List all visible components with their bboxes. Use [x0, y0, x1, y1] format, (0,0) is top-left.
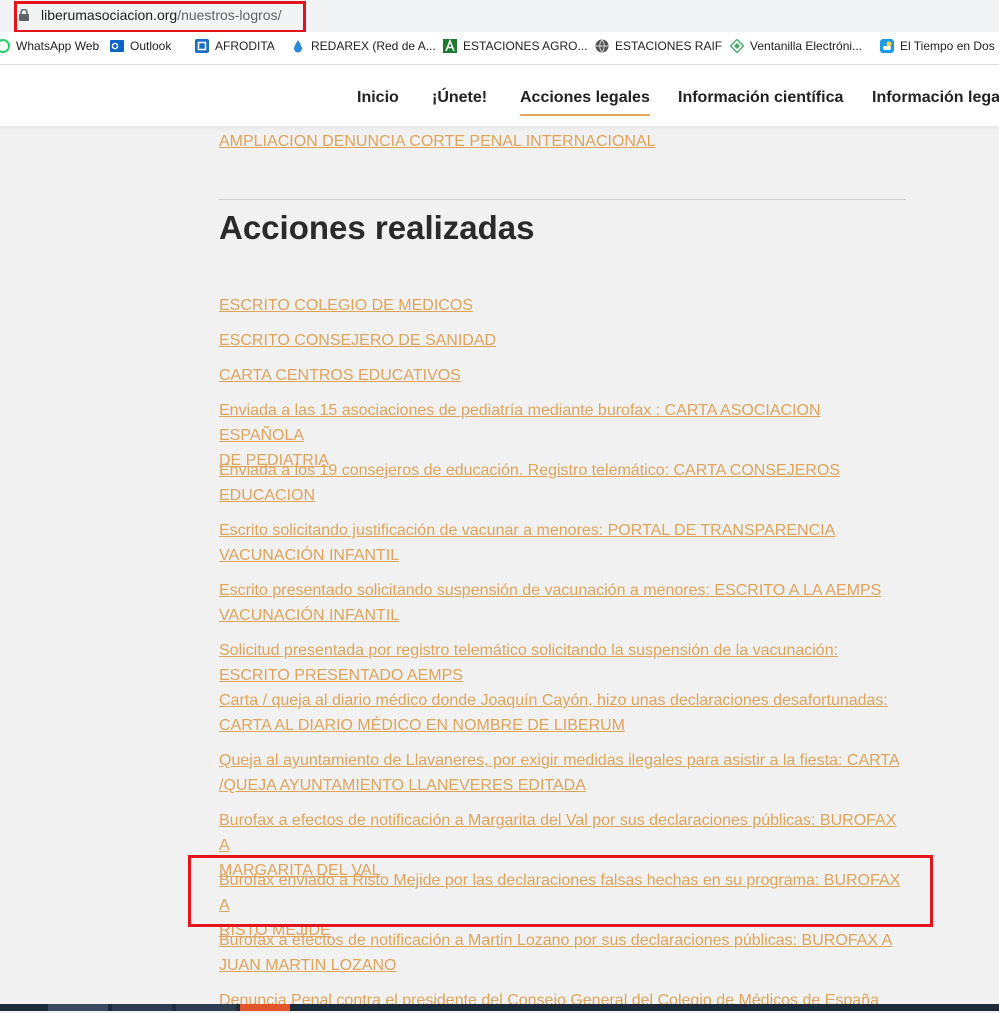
- whatsapp-icon: [0, 39, 10, 53]
- link-carta-consejeros-educacion[interactable]: Enviada a los 19 consejeros de educación…: [219, 458, 909, 508]
- nav-unete[interactable]: ¡Únete!: [432, 89, 487, 107]
- taskbar-button[interactable]: [112, 1004, 172, 1011]
- ventanilla-icon: [730, 39, 744, 53]
- bookmark-label: ESTACIONES AGRO...: [463, 39, 588, 53]
- site-header: Inicio ¡Únete! Acciones legales Informac…: [0, 65, 999, 126]
- link-line: CARTA AL DIARIO MÉDICO EN NOMBRE DE LIBE…: [219, 717, 625, 734]
- link-line: Enviada a los 19 consejeros de educación…: [219, 462, 841, 479]
- link-escrito-colegio-medicos[interactable]: ESCRITO COLEGIO DE MEDICOS: [219, 293, 909, 318]
- link-line: Burofax a efectos de notificación a Marg…: [219, 812, 897, 854]
- link-line: Burofax a efectos de notificación a Mart…: [219, 932, 893, 949]
- bookmark-label: WhatsApp Web: [16, 39, 100, 53]
- bookmark-outlook[interactable]: Outlook: [110, 39, 171, 53]
- link-queja-ayuntamiento[interactable]: Queja al ayuntamiento de Llavaneres, por…: [219, 748, 909, 798]
- bookmark-estaciones-agro[interactable]: ESTACIONES AGRO...: [443, 39, 587, 53]
- section-title: Acciones realizadas: [219, 209, 535, 246]
- bookmark-estaciones-raif[interactable]: ESTACIONES RAIF: [595, 39, 722, 53]
- weather-icon: [880, 39, 894, 53]
- nav-acciones-legales[interactable]: Acciones legales: [520, 89, 650, 116]
- link-line: JUAN MARTIN LOZANO: [219, 957, 397, 974]
- bookmark-redarex[interactable]: REDAREX (Red de A...: [291, 39, 436, 53]
- bookmark-whatsapp[interactable]: WhatsApp Web: [0, 39, 99, 53]
- bookmark-ventanilla[interactable]: Ventanilla Electróni...: [730, 39, 862, 53]
- link-carta-centros-educativos[interactable]: CARTA CENTROS EDUCATIVOS: [219, 363, 909, 388]
- link-line: Escrito presentado solicitando suspensió…: [219, 582, 882, 599]
- url-highlight-box: [14, 1, 306, 33]
- link-line: /QUEJA AYUNTAMIENTO LLANEVERES EDITADA: [219, 777, 586, 794]
- bookmark-label: ESTACIONES RAIF: [615, 39, 723, 53]
- link-burofax-martin-lozano[interactable]: Burofax a efectos de notificación a Mart…: [219, 928, 909, 978]
- link-line: Queja al ayuntamiento de Llavaneres, por…: [219, 752, 900, 769]
- link-escrito-consejero-sanidad[interactable]: ESCRITO CONSEJERO DE SANIDAD: [219, 328, 909, 353]
- nav-inicio[interactable]: Inicio: [357, 89, 399, 107]
- link-line: VACUNACIÓN INFANTIL: [219, 547, 400, 564]
- globe-icon: [595, 39, 609, 53]
- bookmark-afrodita[interactable]: AFRODITA: [195, 39, 275, 53]
- link-line: Carta / queja al diario médico donde Joa…: [219, 692, 888, 709]
- link-escrito-aemps[interactable]: Escrito presentado solicitando suspensió…: [219, 578, 909, 628]
- risto-highlight-box: [188, 855, 933, 927]
- link-line: Solicitud presentada por registro telemá…: [219, 642, 839, 659]
- link-portal-transparencia[interactable]: Escrito solicitando justificación de vac…: [219, 518, 909, 568]
- drop-icon: [294, 40, 302, 53]
- bookmark-label: Outlook: [130, 39, 172, 53]
- bookmark-el-tiempo[interactable]: El Tiempo en Dos: [880, 39, 995, 53]
- link-line: VACUNACIÓN INFANTIL: [219, 607, 400, 624]
- taskbar: [0, 1004, 999, 1011]
- bookmark-label: El Tiempo en Dos: [900, 39, 995, 53]
- taskbar-button[interactable]: [176, 1004, 236, 1011]
- link-carta-diario-medico[interactable]: Carta / queja al diario médico donde Joa…: [219, 688, 909, 738]
- link-escrito-presentado-aemps[interactable]: Solicitud presentada por registro telemá…: [219, 638, 909, 688]
- afrodita-icon: [195, 39, 209, 53]
- bookmarks-bar: WhatsApp Web Outlook AFRODITA REDAREX (R…: [0, 32, 999, 65]
- link-line: ESCRITO PRESENTADO AEMPS: [219, 667, 463, 684]
- taskbar-button[interactable]: [240, 1004, 290, 1011]
- bookmark-label: Ventanilla Electróni...: [750, 39, 863, 53]
- bookmark-label: REDAREX (Red de A...: [311, 39, 436, 53]
- bookmark-label: AFRODITA: [215, 39, 275, 53]
- link-ampliacion-denuncia[interactable]: AMPLIACION DENUNCIA CORTE PENAL INTERNAC…: [219, 129, 909, 154]
- link-line: Enviada a las 15 asociaciones de pediatr…: [219, 402, 821, 444]
- agro-icon: [443, 39, 457, 53]
- nav-informacion-cientifica[interactable]: Información científica: [678, 89, 843, 107]
- link-line: Escrito solicitando justificación de vac…: [219, 522, 836, 539]
- link-line: EDUCACION: [219, 487, 316, 504]
- divider: [219, 199, 906, 200]
- outlook-icon: [110, 40, 124, 52]
- taskbar-button[interactable]: [48, 1004, 108, 1011]
- nav-informacion-legal[interactable]: Información legal: [872, 89, 999, 107]
